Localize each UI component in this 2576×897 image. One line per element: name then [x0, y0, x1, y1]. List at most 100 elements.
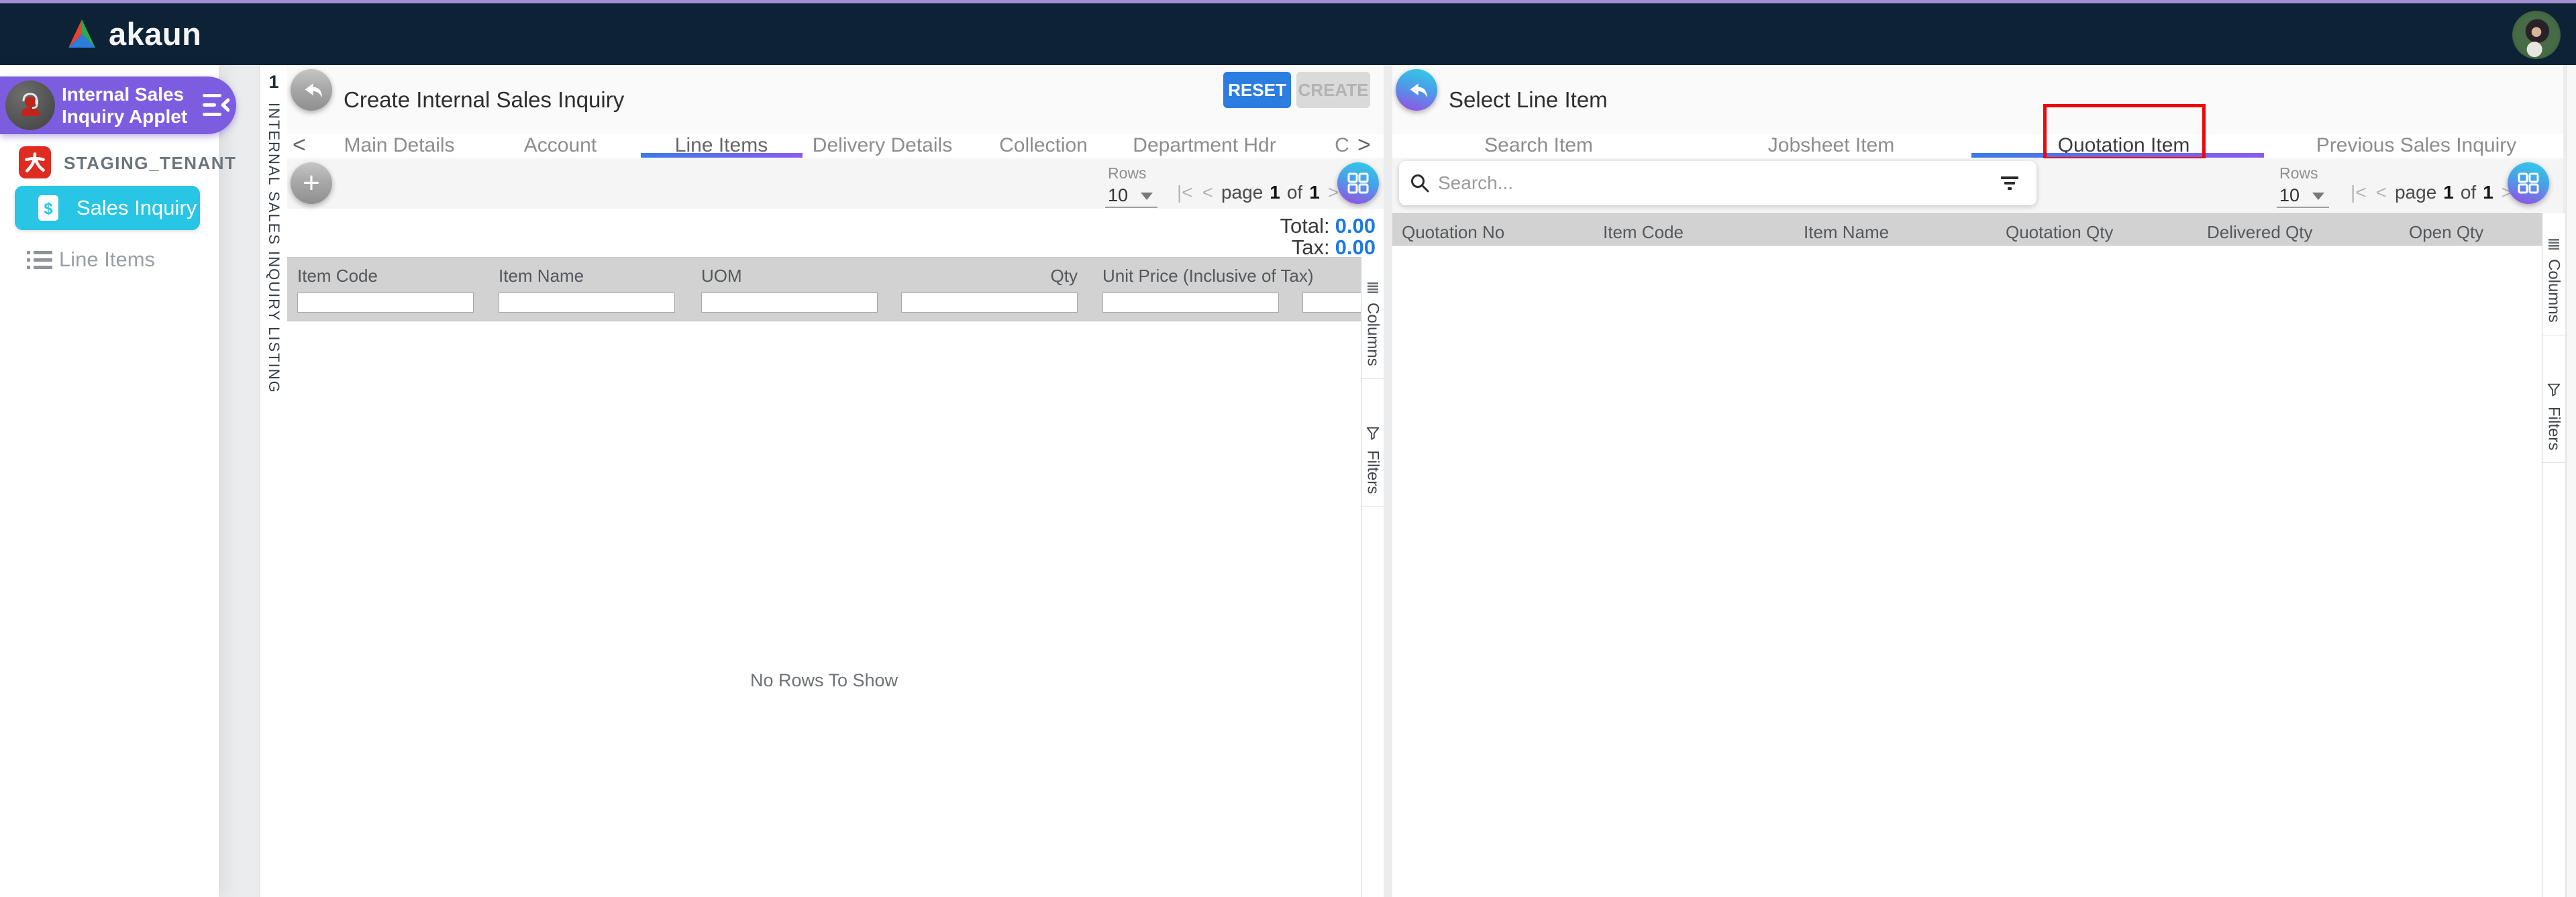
totals-block: Total:0.00 Tax:0.00	[287, 209, 1380, 257]
columns-side-tab[interactable]: Columns	[1361, 272, 1384, 379]
columns-icon	[2547, 239, 2561, 250]
filter-input-qty[interactable]	[901, 293, 1078, 313]
tab-previous-sales-inquiry[interactable]: Previous Sales Inquiry	[2316, 134, 2516, 157]
sidebar-item-sales-inquiry[interactable]: $ Sales Inquiry	[15, 186, 200, 230]
select-line-item-panel: Select Line Item Search Item Jobsheet It…	[1392, 65, 2563, 897]
main-title-row: Create Internal Sales Inquiry RESET CREA…	[287, 65, 1384, 134]
quotation-items-grid: Quotation No Item Code Item Name Quotati…	[1392, 213, 2542, 897]
listing-vertical-tab[interactable]: 1 INTERNAL SALES INQUIRY LISTING	[259, 65, 289, 897]
tax-row: Tax:0.00	[1292, 235, 1376, 260]
filter-input-unit-price[interactable]	[1102, 293, 1279, 313]
column-header-item-code[interactable]: Item Code	[297, 266, 378, 286]
search-input[interactable]	[1437, 172, 2000, 195]
akaun-logo[interactable]: akaun	[64, 14, 201, 54]
page-word: page	[2395, 182, 2436, 203]
reset-button[interactable]: RESET	[1223, 72, 1291, 108]
prev-page-button[interactable]: <	[1202, 182, 1213, 203]
active-tab-underline	[641, 153, 803, 158]
column-header-item-name[interactable]: Item Name	[499, 266, 584, 286]
tab-delivery-details[interactable]: Delivery Details	[813, 134, 952, 157]
rows-dropdown-caret-icon[interactable]	[2312, 193, 2324, 200]
total-label: Total:	[1280, 214, 1330, 238]
grid-side-bar: Columns Filters	[2542, 213, 2565, 897]
tab-jobsheet-item[interactable]: Jobsheet Item	[1768, 134, 1894, 157]
sales-inquiry-label: Sales Inquiry	[76, 196, 197, 220]
vertical-scrollbar[interactable]	[2566, 65, 2576, 897]
column-header-quotation-no[interactable]: Quotation No	[1402, 222, 1504, 243]
back-button[interactable]	[291, 69, 332, 111]
tax-label: Tax:	[1292, 235, 1330, 259]
page-title: Create Internal Sales Inquiry	[344, 87, 624, 113]
first-page-button[interactable]: |<	[1177, 182, 1193, 203]
empty-grid-message: No Rows To Show	[750, 670, 898, 691]
tab-department-hdr[interactable]: Department Hdr	[1133, 134, 1276, 157]
tab-truncated[interactable]: C	[1335, 134, 1349, 157]
of-word: of	[2461, 182, 2476, 203]
sidebar-item-line-items[interactable]: Line Items	[0, 245, 219, 274]
select-back-button[interactable]	[1396, 69, 1437, 111]
grid-icon	[2517, 172, 2540, 195]
rows-dropdown-caret-icon[interactable]	[1141, 193, 1153, 200]
grid-view-button[interactable]	[2508, 162, 2549, 204]
column-header-qty[interactable]: Qty	[901, 266, 1078, 286]
tab-account[interactable]: Account	[524, 134, 597, 157]
rows-select-underline	[1105, 207, 1157, 208]
of-word: of	[1287, 182, 1302, 203]
columns-side-tab[interactable]: Columns	[2542, 228, 2565, 335]
column-header-quotation-qty[interactable]: Quotation Qty	[2006, 222, 2113, 243]
column-header-uom[interactable]: UOM	[701, 266, 742, 286]
page-word: page	[1221, 182, 1263, 203]
line-items-grid: Item Code Item Name UOM Qty Unit Price (…	[287, 257, 1361, 897]
total-value: 0.00	[1335, 214, 1376, 238]
rows-select-underline	[2277, 207, 2329, 208]
listing-tab-label: INTERNAL SALES INQUIRY LISTING	[265, 103, 282, 394]
filter-funnel-icon	[2546, 382, 2561, 397]
tenant-label: STAGING_TENANT	[64, 153, 236, 174]
column-header-item-name[interactable]: Item Name	[1804, 222, 1889, 243]
create-button[interactable]: CREATE	[1296, 72, 1370, 108]
tab-collection[interactable]: Collection	[999, 134, 1088, 157]
columns-icon	[1366, 282, 1380, 293]
column-header-item-code[interactable]: Item Code	[1603, 222, 1684, 243]
filter-input-item-name[interactable]	[499, 293, 675, 313]
tenant-logo-icon	[19, 146, 51, 178]
applet-avatar	[5, 81, 55, 130]
back-arrow-icon	[1404, 77, 1429, 103]
rows-per-page-select[interactable]: 10	[1108, 185, 1128, 206]
first-page-button[interactable]: |<	[2351, 182, 2367, 203]
sidebar-collapse-icon[interactable]	[203, 93, 229, 118]
filter-input-truncated[interactable]	[1302, 293, 1361, 313]
applet-name: Internal Sales Inquiry Applet	[62, 83, 207, 127]
filter-funnel-icon	[1366, 426, 1380, 441]
columns-tab-label: Columns	[2544, 259, 2563, 335]
tab-search-item[interactable]: Search Item	[1484, 134, 1593, 157]
rows-label: Rows	[1108, 164, 1147, 182]
user-avatar[interactable]	[2512, 11, 2561, 59]
filter-input-item-code[interactable]	[297, 293, 474, 313]
column-header-delivered-qty[interactable]: Delivered Qty	[2207, 222, 2313, 243]
filter-input-uom[interactable]	[701, 293, 878, 313]
prev-page-button[interactable]: <	[2376, 182, 2387, 203]
rows-per-page-select[interactable]: 10	[2279, 185, 2300, 206]
grid-view-button[interactable]	[1337, 162, 1379, 204]
select-line-item-title: Select Line Item	[1449, 87, 1608, 113]
headset-agent-icon	[14, 89, 46, 121]
filters-side-tab[interactable]: Filters	[1361, 415, 1384, 507]
tabs-scroll-right-icon[interactable]: >	[1357, 132, 1371, 158]
add-line-button[interactable]: +	[291, 162, 332, 204]
filters-side-tab[interactable]: Filters	[2542, 372, 2565, 463]
column-header-open-qty[interactable]: Open Qty	[2409, 222, 2483, 243]
tenant-row[interactable]: STAGING_TENANT	[0, 146, 219, 180]
total-pages: 1	[2483, 182, 2493, 203]
tabs-scroll-left-icon[interactable]: <	[293, 132, 306, 158]
back-arrow-icon	[299, 77, 324, 103]
search-icon	[1410, 173, 1430, 193]
right-title-row: Select Line Item	[1392, 65, 2563, 134]
applet-header[interactable]: Internal Sales Inquiry Applet	[0, 76, 236, 134]
top-navigation-bar: akaun	[0, 3, 2576, 65]
search-box[interactable]	[1399, 161, 2037, 205]
filter-list-icon[interactable]	[2000, 176, 2019, 191]
column-header-unit-price[interactable]: Unit Price (Inclusive of Tax)	[1102, 266, 1279, 286]
tab-main-details[interactable]: Main Details	[344, 134, 454, 157]
grid-icon	[1347, 172, 1370, 195]
